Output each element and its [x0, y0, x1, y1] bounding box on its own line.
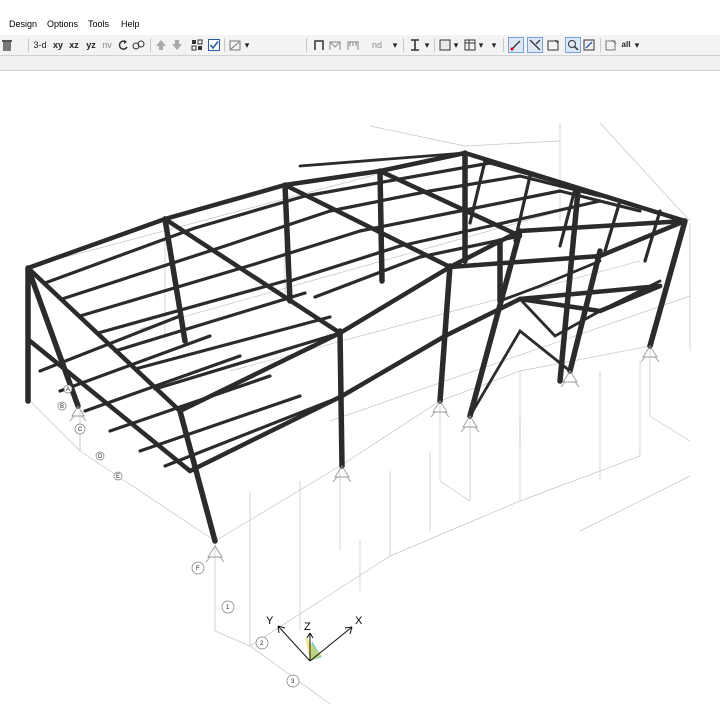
menu-design[interactable]: Design: [7, 19, 39, 29]
frame-section-icon[interactable]: [312, 38, 326, 52]
menu-help[interactable]: Help: [119, 19, 142, 29]
axis-triad: Y Z X: [266, 615, 363, 662]
model-viewport[interactable]: A B C D E F 1 2 3 Y Z X: [0, 71, 720, 709]
model-3d-view[interactable]: A B C D E F 1 2 3 Y Z X: [0, 71, 720, 709]
assign-icon[interactable]: [228, 38, 242, 52]
assign-dropdown-icon[interactable]: ▾: [244, 38, 250, 52]
more-dropdown-icon[interactable]: ▾: [491, 38, 497, 52]
svg-text:C: C: [78, 427, 83, 433]
view-xy-button[interactable]: xy: [51, 38, 65, 52]
refresh-view-icon[interactable]: [131, 38, 145, 52]
zoom-icon[interactable]: [565, 37, 581, 53]
svg-text:B: B: [60, 404, 64, 410]
wall-icon[interactable]: [463, 38, 477, 52]
select-all-button[interactable]: all: [619, 38, 633, 52]
view-nv-button[interactable]: nv: [100, 38, 114, 52]
brace-frame-icon[interactable]: [328, 38, 342, 52]
check-box-icon[interactable]: [207, 38, 221, 52]
view-xz-button[interactable]: xz: [67, 38, 81, 52]
trash-icon[interactable]: [0, 38, 14, 52]
axis-y-label: Y: [266, 615, 274, 627]
truss-icon[interactable]: [346, 38, 360, 52]
menu-options[interactable]: Options: [45, 19, 80, 29]
select-dropdown-icon[interactable]: ▾: [634, 38, 640, 52]
view-yz-button[interactable]: yz: [84, 38, 98, 52]
arrow-down-icon[interactable]: [170, 38, 184, 52]
pan-icon[interactable]: [582, 38, 596, 52]
menu-bar: Design Options Tools Help: [0, 16, 720, 35]
wall-dropdown-icon[interactable]: ▾: [478, 38, 484, 52]
supports: [69, 345, 660, 563]
i-beam-dropdown-icon[interactable]: ▾: [424, 38, 430, 52]
nd-dropdown-icon[interactable]: ▾: [392, 38, 398, 52]
select-grid-icon[interactable]: [190, 38, 204, 52]
shell-icon[interactable]: [438, 38, 452, 52]
clear-select-icon[interactable]: [604, 38, 618, 52]
shell-dropdown-icon[interactable]: ▾: [453, 38, 459, 52]
structural-frame[interactable]: [25, 150, 688, 544]
menu-tools[interactable]: Tools: [86, 19, 111, 29]
view-title-bar: [0, 56, 720, 71]
view-3d-button[interactable]: 3-d: [32, 38, 48, 52]
svg-text:A: A: [66, 387, 70, 393]
toolbar: 3-d xy xz yz nv ▾ nd ▾ ▾ ▾ ▾ ▾ all ▾: [0, 35, 720, 56]
grid-bubble-labels: A B C D E F 1 2 3: [60, 387, 295, 685]
pointer-select-icon[interactable]: [508, 37, 524, 53]
axis-x-label: X: [355, 615, 363, 627]
svg-text:D: D: [98, 454, 103, 460]
window-select-icon[interactable]: [546, 38, 560, 52]
i-beam-icon[interactable]: [408, 38, 422, 52]
nd-button[interactable]: nd: [370, 38, 384, 52]
svg-text:E: E: [116, 474, 120, 480]
intersect-select-icon[interactable]: [527, 37, 543, 53]
axis-z-label: Z: [304, 621, 311, 633]
svg-text:F: F: [196, 566, 200, 572]
rotate-icon[interactable]: [116, 38, 130, 52]
arrow-up-icon[interactable]: [154, 38, 168, 52]
